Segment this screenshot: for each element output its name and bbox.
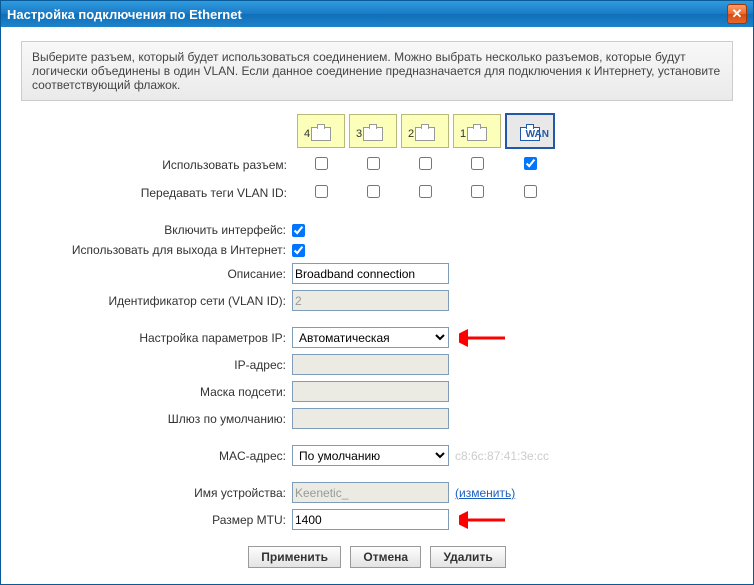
delete-button[interactable]: Удалить (430, 546, 505, 568)
mac-mode-select[interactable]: По умолчанию (292, 445, 449, 466)
arrow-icon (459, 511, 507, 529)
vlan-tag-checkbox-2[interactable] (419, 185, 432, 198)
mac-ghost-text: c8:6c:87:41:3e:cc (455, 449, 549, 463)
gateway-label: Шлюз по умолчанию: (21, 412, 292, 426)
internet-access-checkbox[interactable] (292, 244, 305, 257)
use-port-checkbox-3[interactable] (367, 157, 380, 170)
port-icon-2[interactable]: 2 (401, 114, 449, 148)
description-label: Описание: (21, 267, 292, 281)
vlan-tag-checkbox-3[interactable] (367, 185, 380, 198)
arrow-icon (459, 329, 507, 347)
device-name-input (292, 482, 449, 503)
mac-label: MAC-адрес: (21, 449, 292, 463)
port-icon-3[interactable]: 3 (349, 114, 397, 148)
change-link[interactable]: (изменить) (455, 486, 515, 500)
mtu-input[interactable] (292, 509, 449, 530)
dialog-title: Настройка подключения по Ethernet (7, 7, 242, 22)
ip-address-label: IP-адрес: (21, 358, 292, 372)
ip-mode-label: Настройка параметров IP: (21, 331, 292, 345)
ip-mode-select[interactable]: Автоматическая (292, 327, 449, 348)
enable-interface-checkbox[interactable] (292, 224, 305, 237)
subnet-mask-input (292, 381, 449, 402)
vlan-tag-checkbox-1[interactable] (471, 185, 484, 198)
cancel-button[interactable]: Отмена (350, 546, 421, 568)
port-icon-1[interactable]: 1 (453, 114, 501, 148)
ip-address-input (292, 354, 449, 375)
internet-access-label: Использовать для выхода в Интернет: (21, 243, 292, 257)
use-port-checkbox-4[interactable] (315, 157, 328, 170)
vlan-tag-checkbox-wan[interactable] (524, 185, 537, 198)
ethernet-config-dialog: Настройка подключения по Ethernet ✕ Выбе… (0, 0, 754, 585)
device-name-label: Имя устройства: (21, 486, 292, 500)
use-port-checkbox-1[interactable] (471, 157, 484, 170)
enable-interface-label: Включить интерфейс: (21, 223, 292, 237)
vlan-tag-checkbox-4[interactable] (315, 185, 328, 198)
vlan-id-label: Идентификатор сети (VLAN ID): (21, 294, 292, 308)
vlan-id-input (292, 290, 449, 311)
close-button[interactable]: ✕ (727, 4, 747, 24)
description-input[interactable] (292, 263, 449, 284)
gateway-input (292, 408, 449, 429)
use-port-label: Использовать разъем: (21, 151, 295, 179)
vlan-tag-label: Передавать теги VLAN ID: (21, 179, 295, 207)
subnet-mask-label: Маска подсети: (21, 385, 292, 399)
port-icon-4[interactable]: 4 (297, 114, 345, 148)
apply-button[interactable]: Применить (248, 546, 341, 568)
hint-box: Выберите разъем, который будет использов… (21, 41, 733, 101)
port-icon-wan[interactable]: WAN (505, 113, 555, 149)
use-port-checkbox-wan[interactable] (524, 157, 537, 170)
use-port-checkbox-2[interactable] (419, 157, 432, 170)
mtu-label: Размер MTU: (21, 513, 292, 527)
titlebar: Настройка подключения по Ethernet ✕ (1, 1, 753, 27)
close-icon: ✕ (732, 6, 743, 22)
